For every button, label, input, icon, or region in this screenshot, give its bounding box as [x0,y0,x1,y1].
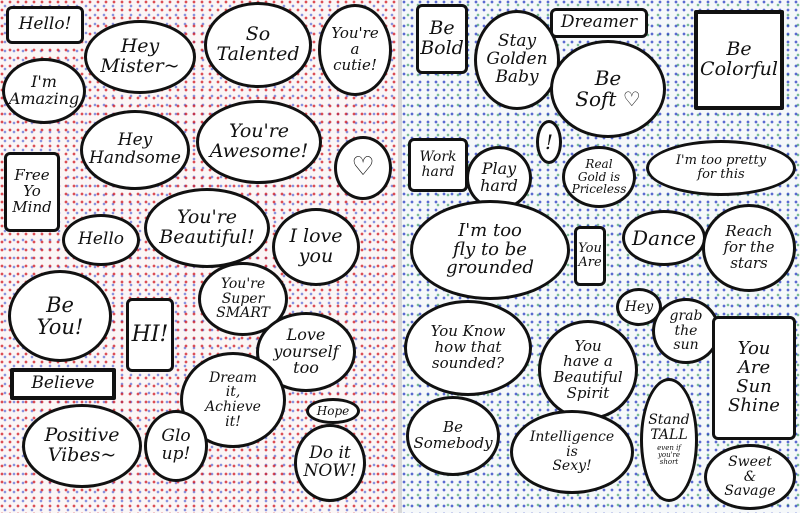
bubble-text: Play hard [480,159,518,195]
left-page: Hello! I'm Amazing Hey Mister~ So Talent… [0,0,398,513]
bubble-exclamation: ! [536,120,562,164]
bubble-text: You Know how that sounded? [430,322,506,372]
bubble-believe: Believe [10,368,116,400]
bubble-text: I'm too pretty for this [675,153,767,182]
bubble-text: Dreamer [560,12,638,33]
bubble-text: You're Awesome! [209,120,309,162]
bubble-text: Positive Vibes~ [44,424,120,466]
bubble-text: You have a Beautiful Spirit [553,336,623,402]
bubble-stand-tall: Stand TALL even if you're short [640,378,698,502]
bubble-text: Hey Mister~ [100,35,180,77]
bubble-text: Hey [624,298,654,315]
bubble-text: You're a cutie! [331,24,379,74]
bubble-text: Hope [316,403,350,418]
bubble-text: I'm too fly to be grounded [446,219,534,279]
bubble-text: Hello! [18,14,72,35]
bubble-hi: HI! [126,298,174,372]
bubble-heart: ♡ [334,136,392,200]
bubble-you-are-sunshine: You Are Sun Shine [712,316,796,440]
bubble-hey-mister: Hey Mister~ [84,20,196,94]
bubble-positive-vibes: Positive Vibes~ [22,404,142,488]
bubble-text: Stand TALL [648,412,690,443]
bubble-text: Sweet & Savage [724,453,776,500]
bubble-text: Hello [78,229,124,250]
bubble-dance: Dance [622,210,706,266]
bubble-free-yo-mind: Free Yo Mind [4,152,60,232]
notebook-spread: Hello! I'm Amazing Hey Mister~ So Talent… [0,0,800,513]
bubble-youre-a-cutie: You're a cutie! [318,4,392,96]
bubble-beautiful-spirit: You have a Beautiful Spirit [538,320,638,420]
bubble-text: Hey Handsome [89,130,181,168]
bubble-sweet-and-savage: Sweet & Savage [704,444,796,510]
bubble-text: I love you [289,225,343,267]
bubble-be-you: Be You! [8,270,112,362]
right-page: Be Bold Stay Golden Baby Dreamer Be Colo… [402,0,800,513]
bubble-text: Intelligence is Sexy! [529,428,615,475]
bubble-text: Glo up! [161,426,191,464]
bubble-text: Be Colorful [700,38,778,80]
bubble-grab-the-sun: grab the sun [652,298,720,364]
bubble-text: Stay Golden Baby [486,31,548,87]
bubble-text: You're Super SMART [216,275,270,322]
bubble-subtext: even if you're short [657,443,681,467]
bubble-im-amazing: I'm Amazing [2,58,86,124]
bubble-be-somebody: Be Somebody [406,396,500,476]
bubble-too-fly: I'm too fly to be grounded [410,200,570,300]
bubble-text: Do it NOW! [303,443,357,481]
bubble-intelligence-is-sexy: Intelligence is Sexy! [510,410,634,494]
bubble-glo-up: Glo up! [144,410,208,482]
bubble-hey-handsome: Hey Handsome [80,110,190,190]
bubble-text: HI! [131,322,169,348]
heart-icon: ♡ [351,152,375,183]
bubble-text: Love yourself too [273,324,339,378]
bubble-text: Free Yo Mind [12,166,52,216]
bubble-text: Real Gold is Priceless [571,157,627,197]
bubble-youre-awesome: You're Awesome! [196,100,322,184]
bubble-text: Work hard [419,149,457,180]
bubble-text: Believe [31,373,95,394]
bubble-hello-2: Hello [62,214,140,266]
bubble-text: I'm Amazing [8,72,80,108]
bubble-i-love-you: I love you [272,208,360,286]
bubble-be-soft: Be Soft ♡ [550,40,666,138]
bubble-text: Be Soft ♡ [575,66,641,111]
bubble-be-bold: Be Bold [416,4,468,74]
bubble-text: Be You! [36,292,84,339]
bubble-text: Dream it, Achieve it! [205,369,261,430]
bubble-text: You Are [578,241,602,270]
bubble-you-are: You Are [574,226,606,286]
bubble-text: ! [544,129,554,154]
bubble-text: grab the sun [669,307,703,354]
bubble-text: Reach for the stars [723,222,775,272]
bubble-text: You Are Sun Shine [728,338,780,416]
bubble-hope: Hope [306,398,360,424]
bubble-text: Be Somebody [413,418,493,452]
bubble-text: You're Beautiful! [159,206,255,248]
bubble-you-know: You Know how that sounded? [404,300,532,396]
bubble-dreamer: Dreamer [550,8,648,38]
bubble-text: So Talented [216,23,300,65]
bubble-reach-for-the-stars: Reach for the stars [702,204,796,292]
bubble-too-pretty: I'm too pretty for this [646,140,796,196]
bubble-work-hard: Work hard [408,138,468,192]
bubble-youre-beautiful: You're Beautiful! [144,188,270,268]
bubble-stay-golden-baby: Stay Golden Baby [474,10,560,110]
bubble-be-colorful: Be Colorful [694,10,784,110]
bubble-real-gold: Real Gold is Priceless [562,146,636,208]
bubble-hello: Hello! [6,6,84,44]
bubble-text: Dance [632,225,696,250]
bubble-text: Be Bold [420,17,464,59]
bubble-so-talented: So Talented [204,2,312,88]
bubble-do-it-now: Do it NOW! [294,424,366,502]
